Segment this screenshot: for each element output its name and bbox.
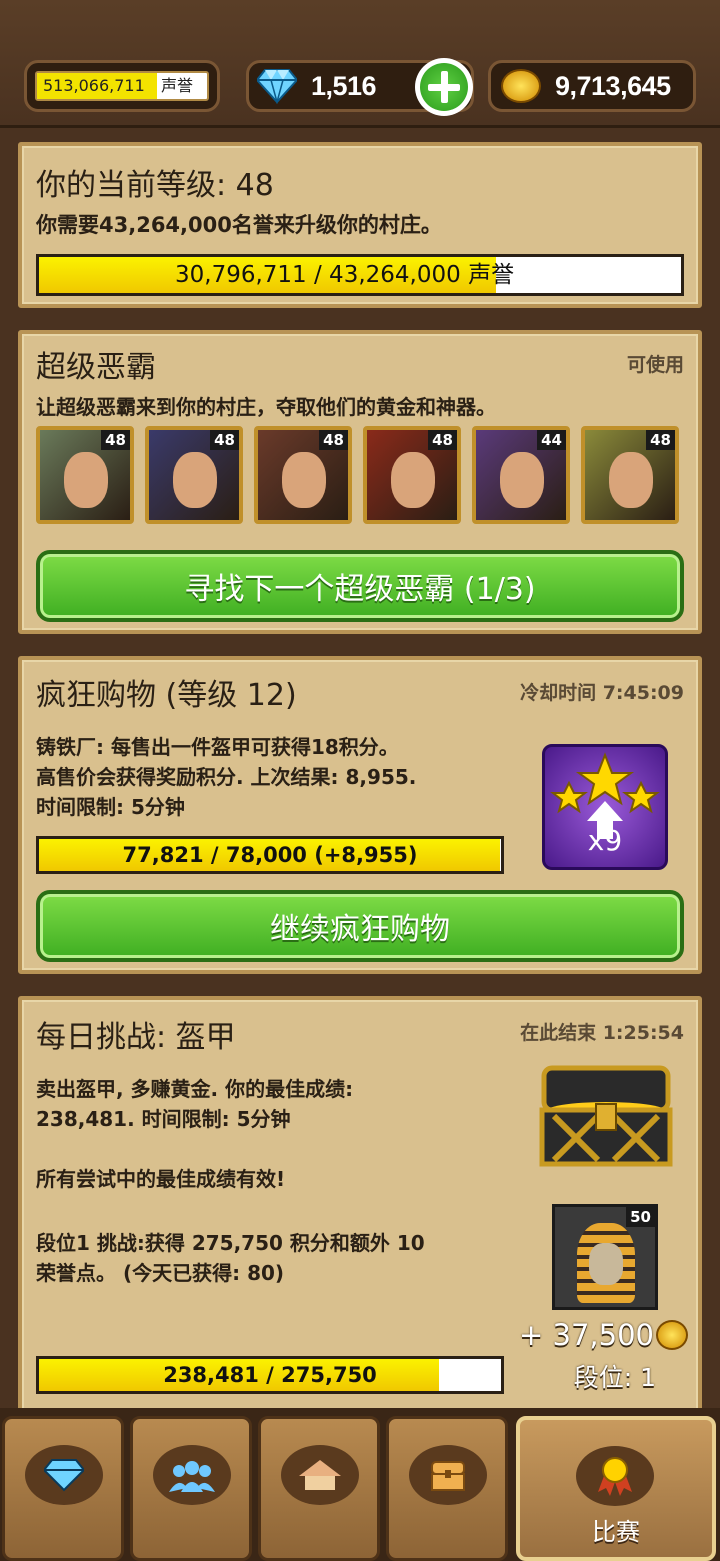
level-progress-label: 30,796,711 / 43,264,000 声誉 <box>39 257 681 293</box>
villain-description: 让超级恶霸来到你的村庄，夺取他们的黄金和神器。 <box>36 395 496 419</box>
reputation-box: 513,066,711 声誉 <box>35 71 209 101</box>
villain-face <box>609 452 653 508</box>
villain-face <box>391 452 435 508</box>
mummy-portrait: 50 <box>552 1204 658 1310</box>
gold-pill[interactable]: 9,713,645 <box>488 60 696 112</box>
villain-portrait[interactable]: 48 <box>254 426 352 524</box>
tab-treasure[interactable] <box>386 1416 508 1561</box>
villain-level: 44 <box>537 430 566 450</box>
villain-face <box>282 452 326 508</box>
mummy-level: 50 <box>626 1207 655 1227</box>
buy-gems-button[interactable] <box>415 58 473 116</box>
super-villain-card: 超级恶霸 可使用 让超级恶霸来到你的村庄，夺取他们的黄金和神器。 48 48 48 4… <box>18 330 702 634</box>
shopping-progress-bar: 77,821 / 78,000 (+8,955) <box>36 836 504 874</box>
shopping-cooldown: 冷却时间 7:45:09 <box>520 682 684 704</box>
group-icon <box>153 1445 231 1505</box>
plus-icon <box>420 63 468 111</box>
gold-count: 9,713,645 <box>555 70 671 101</box>
treasure-chest-icon <box>539 1065 673 1167</box>
village-icon <box>281 1445 359 1505</box>
gem-count: 1,516 <box>311 70 377 101</box>
bottom-tab-bar: 比赛 <box>0 1408 720 1561</box>
villain-portrait[interactable]: 48 <box>363 426 461 524</box>
shopping-title: 疯狂购物 (等级 12) <box>36 678 297 713</box>
challenge-line-1: 卖出盔甲, 多赚黄金. 你的最佳成绩: <box>36 1077 354 1101</box>
tab-social[interactable] <box>130 1416 252 1561</box>
badge-multiplier: x9 <box>587 824 623 857</box>
villain-face <box>500 452 544 508</box>
villain-face <box>173 452 217 508</box>
villain-portrait[interactable]: 48 <box>36 426 134 524</box>
top-bar: 513,066,711 声誉 1,516 9,713,645 <box>0 0 720 128</box>
villain-face <box>64 452 108 508</box>
medal-icon <box>576 1446 654 1506</box>
villain-title: 超级恶霸 <box>36 350 156 385</box>
find-villain-button[interactable]: 寻找下一个超级恶霸 (1/3) <box>36 550 684 622</box>
level-card: 你的当前等级: 48 你需要43,264,000名誉来升级你的村庄。 30,79… <box>18 142 702 308</box>
villain-level: 48 <box>210 430 239 450</box>
villain-level: 48 <box>319 430 348 450</box>
tab-tournament-label: 比赛 <box>592 1518 640 1546</box>
mummy-face <box>589 1243 623 1285</box>
star-upgrade-badge: x9 <box>542 744 668 870</box>
challenge-line-4: 段位1 挑战:获得 275,750 积分和额外 10 <box>36 1231 425 1255</box>
rank-label: 段位: 1 <box>573 1363 656 1392</box>
villain-level: 48 <box>428 430 457 450</box>
shopping-progress-text: 77,821 / 78,000 (+8,955) <box>122 843 418 867</box>
shopping-line-3: 时间限制: 5分钟 <box>36 795 185 819</box>
tab-shop[interactable] <box>2 1416 124 1561</box>
chest-icon <box>409 1445 487 1505</box>
villain-portrait[interactable]: 44 <box>472 426 570 524</box>
level-progress-bar: 30,796,711 / 43,264,000 声誉 <box>36 254 684 296</box>
challenge-ends: 在此结束 1:25:54 <box>520 1022 684 1044</box>
villain-status: 可使用 <box>626 354 684 376</box>
reputation-pill[interactable]: 513,066,711 声誉 <box>24 60 220 112</box>
challenge-title: 每日挑战: 盔甲 <box>36 1020 236 1055</box>
challenge-progress-text: 238,481 / 275,750 <box>163 1363 377 1387</box>
level-title: 你的当前等级: 48 <box>36 168 274 203</box>
reputation-value: 513,066,711 <box>37 73 157 99</box>
villain-portrait[interactable]: 48 <box>145 426 243 524</box>
continue-shopping-button[interactable]: 继续疯狂购物 <box>36 890 684 962</box>
shopping-line-2: 高售价会获得奖励积分. 上次结果: 8,955. <box>36 765 417 789</box>
shopping-spree-card: 疯狂购物 (等级 12) 冷却时间 7:45:09 铸铁厂: 每售出一件盔甲可获… <box>18 656 702 974</box>
level-description: 你需要43,264,000名誉来升级你的村庄。 <box>36 213 442 237</box>
shopping-line-1: 铸铁厂: 每售出一件盔甲可获得18积分。 <box>36 735 399 759</box>
challenge-line-2: 238,481. 时间限制: 5分钟 <box>36 1107 291 1131</box>
level-progress-text: 30,796,711 / 43,264,000 <box>175 262 461 288</box>
gem-pill[interactable]: 1,516 <box>246 58 474 116</box>
level-progress-unit: 声誉 <box>468 262 515 288</box>
challenge-line-3: 所有尝试中的最佳成绩有效! <box>36 1167 286 1191</box>
challenge-line-5: 荣誉点。 (今天已获得: 80) <box>36 1261 285 1285</box>
challenge-progress-bar: 238,481 / 275,750 <box>36 1356 504 1394</box>
tab-village[interactable] <box>258 1416 380 1561</box>
villain-level: 48 <box>646 430 675 450</box>
gold-coin-icon <box>501 69 541 103</box>
diamond-icon <box>25 1445 103 1505</box>
villain-portrait[interactable]: 48 <box>581 426 679 524</box>
reward-amount: + 37,500 <box>519 1318 654 1352</box>
gold-coin-icon <box>656 1320 688 1350</box>
daily-challenge-card: 每日挑战: 盔甲 在此结束 1:25:54 卖出盔甲, 多赚黄金. 你的最佳成绩… <box>18 996 702 1436</box>
reputation-unit: 声誉 <box>161 76 194 95</box>
tab-tournament[interactable]: 比赛 <box>516 1416 716 1561</box>
villain-level: 48 <box>101 430 130 450</box>
diamond-icon <box>257 69 297 104</box>
